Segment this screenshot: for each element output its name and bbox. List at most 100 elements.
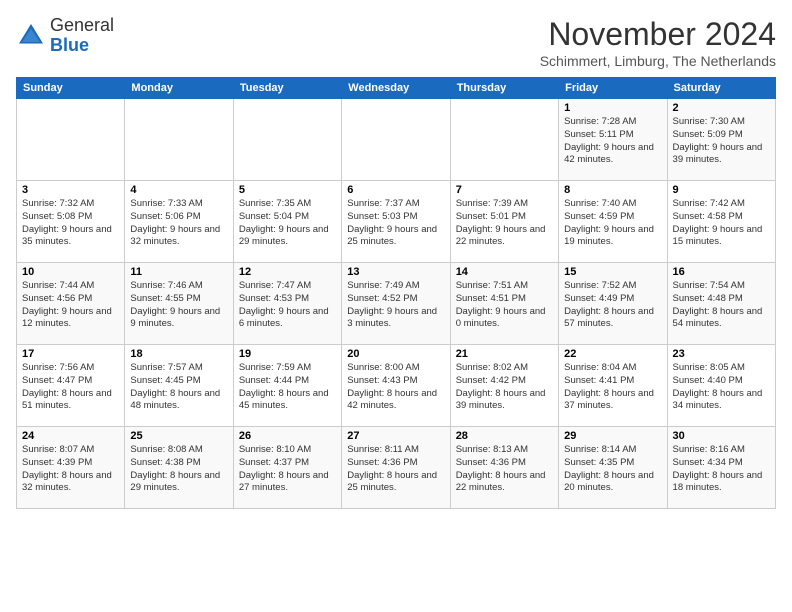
calendar-cell: 24 Sunrise: 8:07 AM Sunset: 4:39 PM Dayli… xyxy=(17,427,125,509)
day-info: Sunrise: 7:42 AM Sunset: 4:58 PM Dayligh… xyxy=(673,198,770,249)
day-number: 2 xyxy=(673,102,770,114)
day-info: Sunrise: 7:30 AM Sunset: 5:09 PM Dayligh… xyxy=(673,116,770,167)
day-number: 3 xyxy=(22,184,119,196)
calendar-cell: 2 Sunrise: 7:30 AM Sunset: 5:09 PM Daylig… xyxy=(667,99,775,181)
calendar-week-4: 17 Sunrise: 7:56 AM Sunset: 4:47 PM Dayli… xyxy=(17,345,776,427)
calendar-cell: 30 Sunrise: 8:16 AM Sunset: 4:34 PM Dayli… xyxy=(667,427,775,509)
day-info: Sunrise: 8:05 AM Sunset: 4:40 PM Dayligh… xyxy=(673,362,770,413)
day-number: 5 xyxy=(239,184,336,196)
day-info: Sunrise: 7:49 AM Sunset: 4:52 PM Dayligh… xyxy=(347,280,444,331)
day-info: Sunrise: 7:56 AM Sunset: 4:47 PM Dayligh… xyxy=(22,362,119,413)
day-number: 29 xyxy=(564,430,661,442)
col-tuesday: Tuesday xyxy=(233,78,341,99)
day-number: 4 xyxy=(130,184,227,196)
calendar-cell: 13Sunrise: 7:49 AM Sunset: 4:52 PM Dayli… xyxy=(342,263,450,345)
day-info: Sunrise: 8:11 AM Sunset: 4:36 PM Dayligh… xyxy=(347,444,444,495)
day-number: 24 xyxy=(22,430,119,442)
calendar-cell: 27 Sunrise: 8:11 AM Sunset: 4:36 PM Dayli… xyxy=(342,427,450,509)
calendar-week-1: 1 Sunrise: 7:28 AM Sunset: 5:11 PM Daylig… xyxy=(17,99,776,181)
calendar-cell: 23 Sunrise: 8:05 AM Sunset: 4:40 PM Dayli… xyxy=(667,345,775,427)
day-number: 12 xyxy=(239,266,336,278)
calendar-cell: 8 Sunrise: 7:40 AM Sunset: 4:59 PM Daylig… xyxy=(559,181,667,263)
logo: General Blue xyxy=(16,16,114,56)
day-number: 21 xyxy=(456,348,553,360)
day-number: 30 xyxy=(673,430,770,442)
day-number: 19 xyxy=(239,348,336,360)
day-number: 18 xyxy=(130,348,227,360)
calendar-cell: 18Sunrise: 7:57 AM Sunset: 4:45 PM Dayli… xyxy=(125,345,233,427)
calendar-cell: 15 Sunrise: 7:52 AM Sunset: 4:49 PM Dayli… xyxy=(559,263,667,345)
col-friday: Friday xyxy=(559,78,667,99)
calendar-week-5: 24 Sunrise: 8:07 AM Sunset: 4:39 PM Dayli… xyxy=(17,427,776,509)
day-info: Sunrise: 8:04 AM Sunset: 4:41 PM Dayligh… xyxy=(564,362,661,413)
day-info: Sunrise: 8:08 AM Sunset: 4:38 PM Dayligh… xyxy=(130,444,227,495)
day-number: 14 xyxy=(456,266,553,278)
day-number: 8 xyxy=(564,184,661,196)
logo-blue: Blue xyxy=(50,35,89,55)
month-title: November 2024 xyxy=(540,16,776,53)
calendar-cell: 12 Sunrise: 7:47 AM Sunset: 4:53 PM Dayli… xyxy=(233,263,341,345)
day-info: Sunrise: 7:51 AM Sunset: 4:51 PM Dayligh… xyxy=(456,280,553,331)
day-number: 16 xyxy=(673,266,770,278)
day-info: Sunrise: 7:47 AM Sunset: 4:53 PM Dayligh… xyxy=(239,280,336,331)
calendar-cell: 10 Sunrise: 7:44 AM Sunset: 4:56 PM Dayli… xyxy=(17,263,125,345)
calendar-cell: 29 Sunrise: 8:14 AM Sunset: 4:35 PM Dayli… xyxy=(559,427,667,509)
day-info: Sunrise: 7:33 AM Sunset: 5:06 PM Dayligh… xyxy=(130,198,227,249)
day-info: Sunrise: 8:00 AM Sunset: 4:43 PM Dayligh… xyxy=(347,362,444,413)
calendar-cell xyxy=(450,99,558,181)
day-info: Sunrise: 7:44 AM Sunset: 4:56 PM Dayligh… xyxy=(22,280,119,331)
calendar-week-3: 10 Sunrise: 7:44 AM Sunset: 4:56 PM Dayli… xyxy=(17,263,776,345)
calendar-cell: 11Sunrise: 7:46 AM Sunset: 4:55 PM Dayli… xyxy=(125,263,233,345)
day-info: Sunrise: 7:52 AM Sunset: 4:49 PM Dayligh… xyxy=(564,280,661,331)
col-sunday: Sunday xyxy=(17,78,125,99)
day-info: Sunrise: 8:13 AM Sunset: 4:36 PM Dayligh… xyxy=(456,444,553,495)
calendar-cell: 22 Sunrise: 8:04 AM Sunset: 4:41 PM Dayli… xyxy=(559,345,667,427)
day-number: 27 xyxy=(347,430,444,442)
header: General Blue November 2024 Schimmert, Li… xyxy=(16,16,776,69)
day-info: Sunrise: 7:37 AM Sunset: 5:03 PM Dayligh… xyxy=(347,198,444,249)
day-number: 10 xyxy=(22,266,119,278)
day-number: 20 xyxy=(347,348,444,360)
calendar-cell: 14 Sunrise: 7:51 AM Sunset: 4:51 PM Dayli… xyxy=(450,263,558,345)
logo-text: General Blue xyxy=(50,16,114,56)
calendar-cell: 20 Sunrise: 8:00 AM Sunset: 4:43 PM Dayli… xyxy=(342,345,450,427)
col-saturday: Saturday xyxy=(667,78,775,99)
day-info: Sunrise: 7:32 AM Sunset: 5:08 PM Dayligh… xyxy=(22,198,119,249)
calendar-cell: 4 Sunrise: 7:33 AM Sunset: 5:06 PM Daylig… xyxy=(125,181,233,263)
calendar-cell xyxy=(233,99,341,181)
calendar-week-2: 3 Sunrise: 7:32 AM Sunset: 5:08 PM Daylig… xyxy=(17,181,776,263)
location-subtitle: Schimmert, Limburg, The Netherlands xyxy=(540,53,776,69)
page-container: General Blue November 2024 Schimmert, Li… xyxy=(0,0,792,517)
day-number: 26 xyxy=(239,430,336,442)
day-number: 23 xyxy=(673,348,770,360)
calendar-cell xyxy=(125,99,233,181)
calendar-cell: 5Sunrise: 7:35 AM Sunset: 5:04 PM Daylig… xyxy=(233,181,341,263)
day-info: Sunrise: 8:14 AM Sunset: 4:35 PM Dayligh… xyxy=(564,444,661,495)
calendar-cell: 21Sunrise: 8:02 AM Sunset: 4:42 PM Dayli… xyxy=(450,345,558,427)
calendar-cell: 19Sunrise: 7:59 AM Sunset: 4:44 PM Dayli… xyxy=(233,345,341,427)
calendar-cell: 17 Sunrise: 7:56 AM Sunset: 4:47 PM Dayli… xyxy=(17,345,125,427)
day-info: Sunrise: 7:46 AM Sunset: 4:55 PM Dayligh… xyxy=(130,280,227,331)
day-info: Sunrise: 8:16 AM Sunset: 4:34 PM Dayligh… xyxy=(673,444,770,495)
day-number: 17 xyxy=(22,348,119,360)
day-info: Sunrise: 7:39 AM Sunset: 5:01 PM Dayligh… xyxy=(456,198,553,249)
logo-icon xyxy=(16,21,46,51)
calendar-cell: 1 Sunrise: 7:28 AM Sunset: 5:11 PM Daylig… xyxy=(559,99,667,181)
calendar-header-row: Sunday Monday Tuesday Wednesday Thursday… xyxy=(17,78,776,99)
day-number: 7 xyxy=(456,184,553,196)
day-number: 22 xyxy=(564,348,661,360)
day-info: Sunrise: 7:40 AM Sunset: 4:59 PM Dayligh… xyxy=(564,198,661,249)
day-number: 15 xyxy=(564,266,661,278)
day-info: Sunrise: 8:07 AM Sunset: 4:39 PM Dayligh… xyxy=(22,444,119,495)
col-thursday: Thursday xyxy=(450,78,558,99)
logo-general: General xyxy=(50,15,114,35)
day-number: 6 xyxy=(347,184,444,196)
calendar-cell xyxy=(342,99,450,181)
col-wednesday: Wednesday xyxy=(342,78,450,99)
col-monday: Monday xyxy=(125,78,233,99)
day-number: 9 xyxy=(673,184,770,196)
calendar-cell xyxy=(17,99,125,181)
day-info: Sunrise: 7:54 AM Sunset: 4:48 PM Dayligh… xyxy=(673,280,770,331)
day-number: 1 xyxy=(564,102,661,114)
day-info: Sunrise: 7:28 AM Sunset: 5:11 PM Dayligh… xyxy=(564,116,661,167)
